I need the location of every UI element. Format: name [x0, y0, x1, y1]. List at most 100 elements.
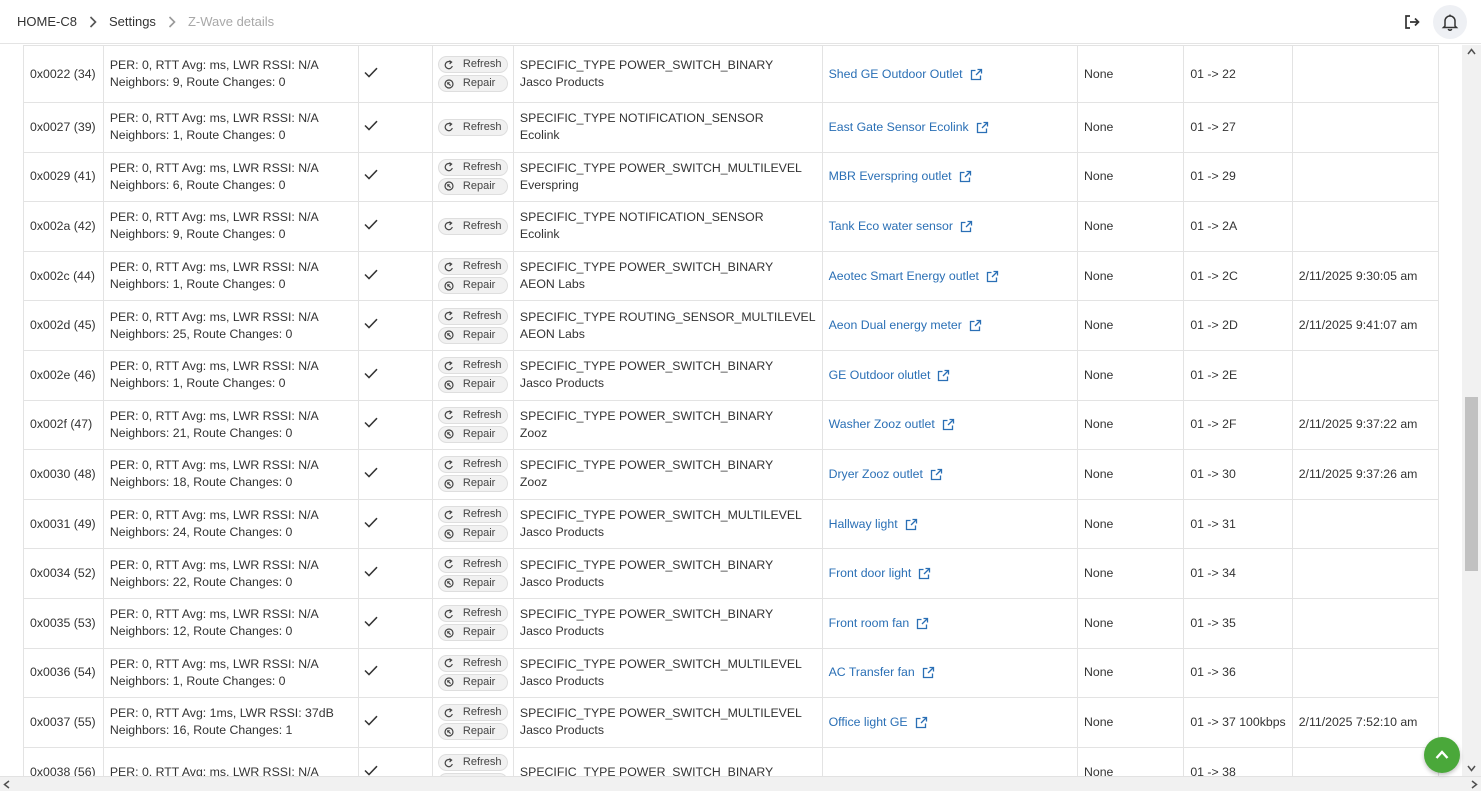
breadcrumb-home[interactable]: HOME-C8 [17, 14, 77, 29]
device-link[interactable]: Tank Eco water sensor [829, 218, 973, 235]
refresh-button[interactable]: Refresh [437, 506, 508, 524]
last-activity-text: 2/11/2025 9:37:26 am [1298, 466, 1418, 481]
refresh-button[interactable]: Refresh [437, 217, 508, 235]
zwave-table-container[interactable]: 0x0022 (34) PER: 0, RTT Avg: ms, LWR RSS… [10, 45, 1462, 776]
refresh-button[interactable]: Refresh [437, 158, 508, 176]
route-cell: 01 -> 2F [1183, 399, 1293, 451]
device-type: SPECIFIC_TYPE NOTIFICATION_SENSOR Ecolin… [512, 201, 823, 252]
horizontal-scrollbar[interactable] [0, 776, 1481, 791]
device-link[interactable]: Aeon Dual energy meter [829, 317, 982, 334]
refresh-button[interactable]: Refresh [437, 118, 508, 136]
external-link-icon[interactable] [930, 468, 943, 481]
refresh-button[interactable]: Refresh [437, 357, 508, 375]
external-link-icon[interactable] [905, 518, 918, 531]
refresh-button[interactable]: Refresh [437, 754, 508, 772]
device-name[interactable]: Tank Eco water sensor [829, 218, 953, 235]
device-link[interactable]: MBR Everspring outlet [829, 168, 972, 185]
scroll-to-top-button[interactable] [1424, 737, 1460, 773]
device-link[interactable]: Aeotec Smart Energy outlet [829, 268, 999, 285]
device-link[interactable]: Hallway light [829, 516, 918, 533]
repair-button-label: Repair [462, 725, 496, 738]
external-link-icon[interactable] [918, 567, 931, 580]
device-name[interactable]: Washer Zooz outlet [829, 416, 935, 433]
refresh-button[interactable]: Refresh [437, 605, 508, 623]
refresh-icon [444, 658, 453, 668]
external-link-icon[interactable] [915, 716, 928, 729]
device-name[interactable]: Front room fan [829, 615, 910, 632]
last-activity-cell [1291, 349, 1440, 401]
security-text: None [1083, 318, 1114, 333]
route-cell: 01 -> 22 [1183, 45, 1293, 103]
external-link-icon[interactable] [960, 220, 973, 233]
device-name[interactable]: Aeotec Smart Energy outlet [829, 268, 979, 285]
logout-button[interactable] [1395, 5, 1429, 39]
device-link[interactable]: East Gate Sensor Ecolink [829, 119, 989, 136]
route-text: 01 -> 22 [1190, 66, 1236, 81]
check-icon [364, 418, 378, 428]
repair-button[interactable]: Repair [437, 673, 508, 691]
route-cell: 01 -> 2D [1183, 300, 1293, 351]
repair-button[interactable]: Repair [437, 376, 508, 394]
device-link[interactable]: GE Outdoor olutlet [829, 367, 951, 384]
last-activity-cell: 2/11/2025 7:52:10 am [1291, 697, 1440, 748]
repair-button[interactable]: Repair [437, 624, 508, 642]
refresh-button[interactable]: Refresh [437, 307, 508, 325]
refresh-button[interactable]: Refresh [437, 704, 508, 722]
device-type-text: SPECIFIC_TYPE POWER_SWITCH_BINARY [519, 58, 774, 72]
device-link[interactable]: Washer Zooz outlet [829, 416, 955, 433]
external-link-icon[interactable] [969, 319, 982, 332]
refresh-button[interactable]: Refresh [437, 654, 508, 672]
repair-button[interactable]: Repair [437, 75, 508, 92]
refresh-button[interactable]: Refresh [437, 406, 508, 424]
vertical-scrollbar-thumb[interactable] [1465, 397, 1478, 571]
refresh-button[interactable]: Refresh [437, 456, 508, 474]
external-link-icon[interactable] [986, 270, 999, 283]
repair-button[interactable]: Repair [437, 277, 508, 295]
device-name[interactable]: AC Transfer fan [829, 664, 915, 681]
device-name[interactable]: Dryer Zooz outlet [829, 466, 923, 483]
device-name-cell: MBR Everspring outlet [821, 151, 1078, 203]
repair-icon [444, 677, 454, 687]
repair-button[interactable]: Repair [437, 326, 508, 344]
device-link[interactable]: Dryer Zooz outlet [829, 466, 943, 483]
repair-button[interactable]: Repair [437, 177, 508, 195]
refresh-button[interactable]: Refresh [437, 555, 508, 573]
device-name[interactable]: Shed GE Outdoor Outlet [829, 66, 963, 83]
device-link[interactable]: Front room fan [829, 615, 930, 632]
device-name[interactable]: East Gate Sensor Ecolink [829, 119, 969, 136]
external-link-icon[interactable] [976, 121, 989, 134]
device-type-text: SPECIFIC_TYPE POWER_SWITCH_BINARY [519, 359, 774, 374]
vertical-scrollbar[interactable] [1462, 45, 1481, 776]
external-link-icon[interactable] [916, 617, 929, 630]
refresh-button[interactable]: Refresh [437, 258, 508, 276]
table-row: 0x002d (45) PER: 0, RTT Avg: ms, LWR RSS… [23, 300, 1440, 351]
repair-button[interactable]: Repair [437, 525, 508, 543]
device-name[interactable]: Aeon Dual energy meter [829, 317, 962, 334]
external-link-icon[interactable] [942, 418, 955, 431]
external-link-icon[interactable] [959, 170, 972, 183]
repair-button[interactable]: Repair [437, 723, 508, 741]
repair-button[interactable]: Repair [437, 475, 508, 493]
security-text: None [1083, 714, 1114, 729]
external-link-icon[interactable] [922, 666, 935, 679]
external-link-icon[interactable] [937, 369, 950, 382]
device-name-cell: Dryer Zooz outlet [821, 449, 1078, 500]
external-link-icon[interactable] [970, 68, 983, 81]
repair-button[interactable]: Repair [437, 425, 508, 443]
device-name[interactable]: MBR Everspring outlet [829, 168, 952, 185]
device-link[interactable]: Shed GE Outdoor Outlet [829, 66, 983, 83]
repair-button[interactable]: Repair [437, 574, 508, 592]
device-link[interactable]: Front door light [829, 565, 932, 582]
refresh-button[interactable]: Refresh [437, 56, 508, 73]
repair-button-label: Repair [462, 77, 496, 89]
device-name[interactable]: Office light GE [829, 714, 908, 731]
route-cell: 01 -> 2C [1183, 250, 1293, 302]
breadcrumb-settings[interactable]: Settings [109, 14, 156, 29]
device-link[interactable]: Office light GE [829, 714, 928, 731]
device-link[interactable]: AC Transfer fan [829, 664, 935, 681]
repair-icon [444, 181, 454, 191]
device-name[interactable]: Front door light [829, 565, 912, 582]
device-name[interactable]: GE Outdoor olutlet [829, 367, 931, 384]
notifications-button[interactable] [1433, 5, 1467, 39]
device-name[interactable]: Hallway light [829, 516, 898, 533]
